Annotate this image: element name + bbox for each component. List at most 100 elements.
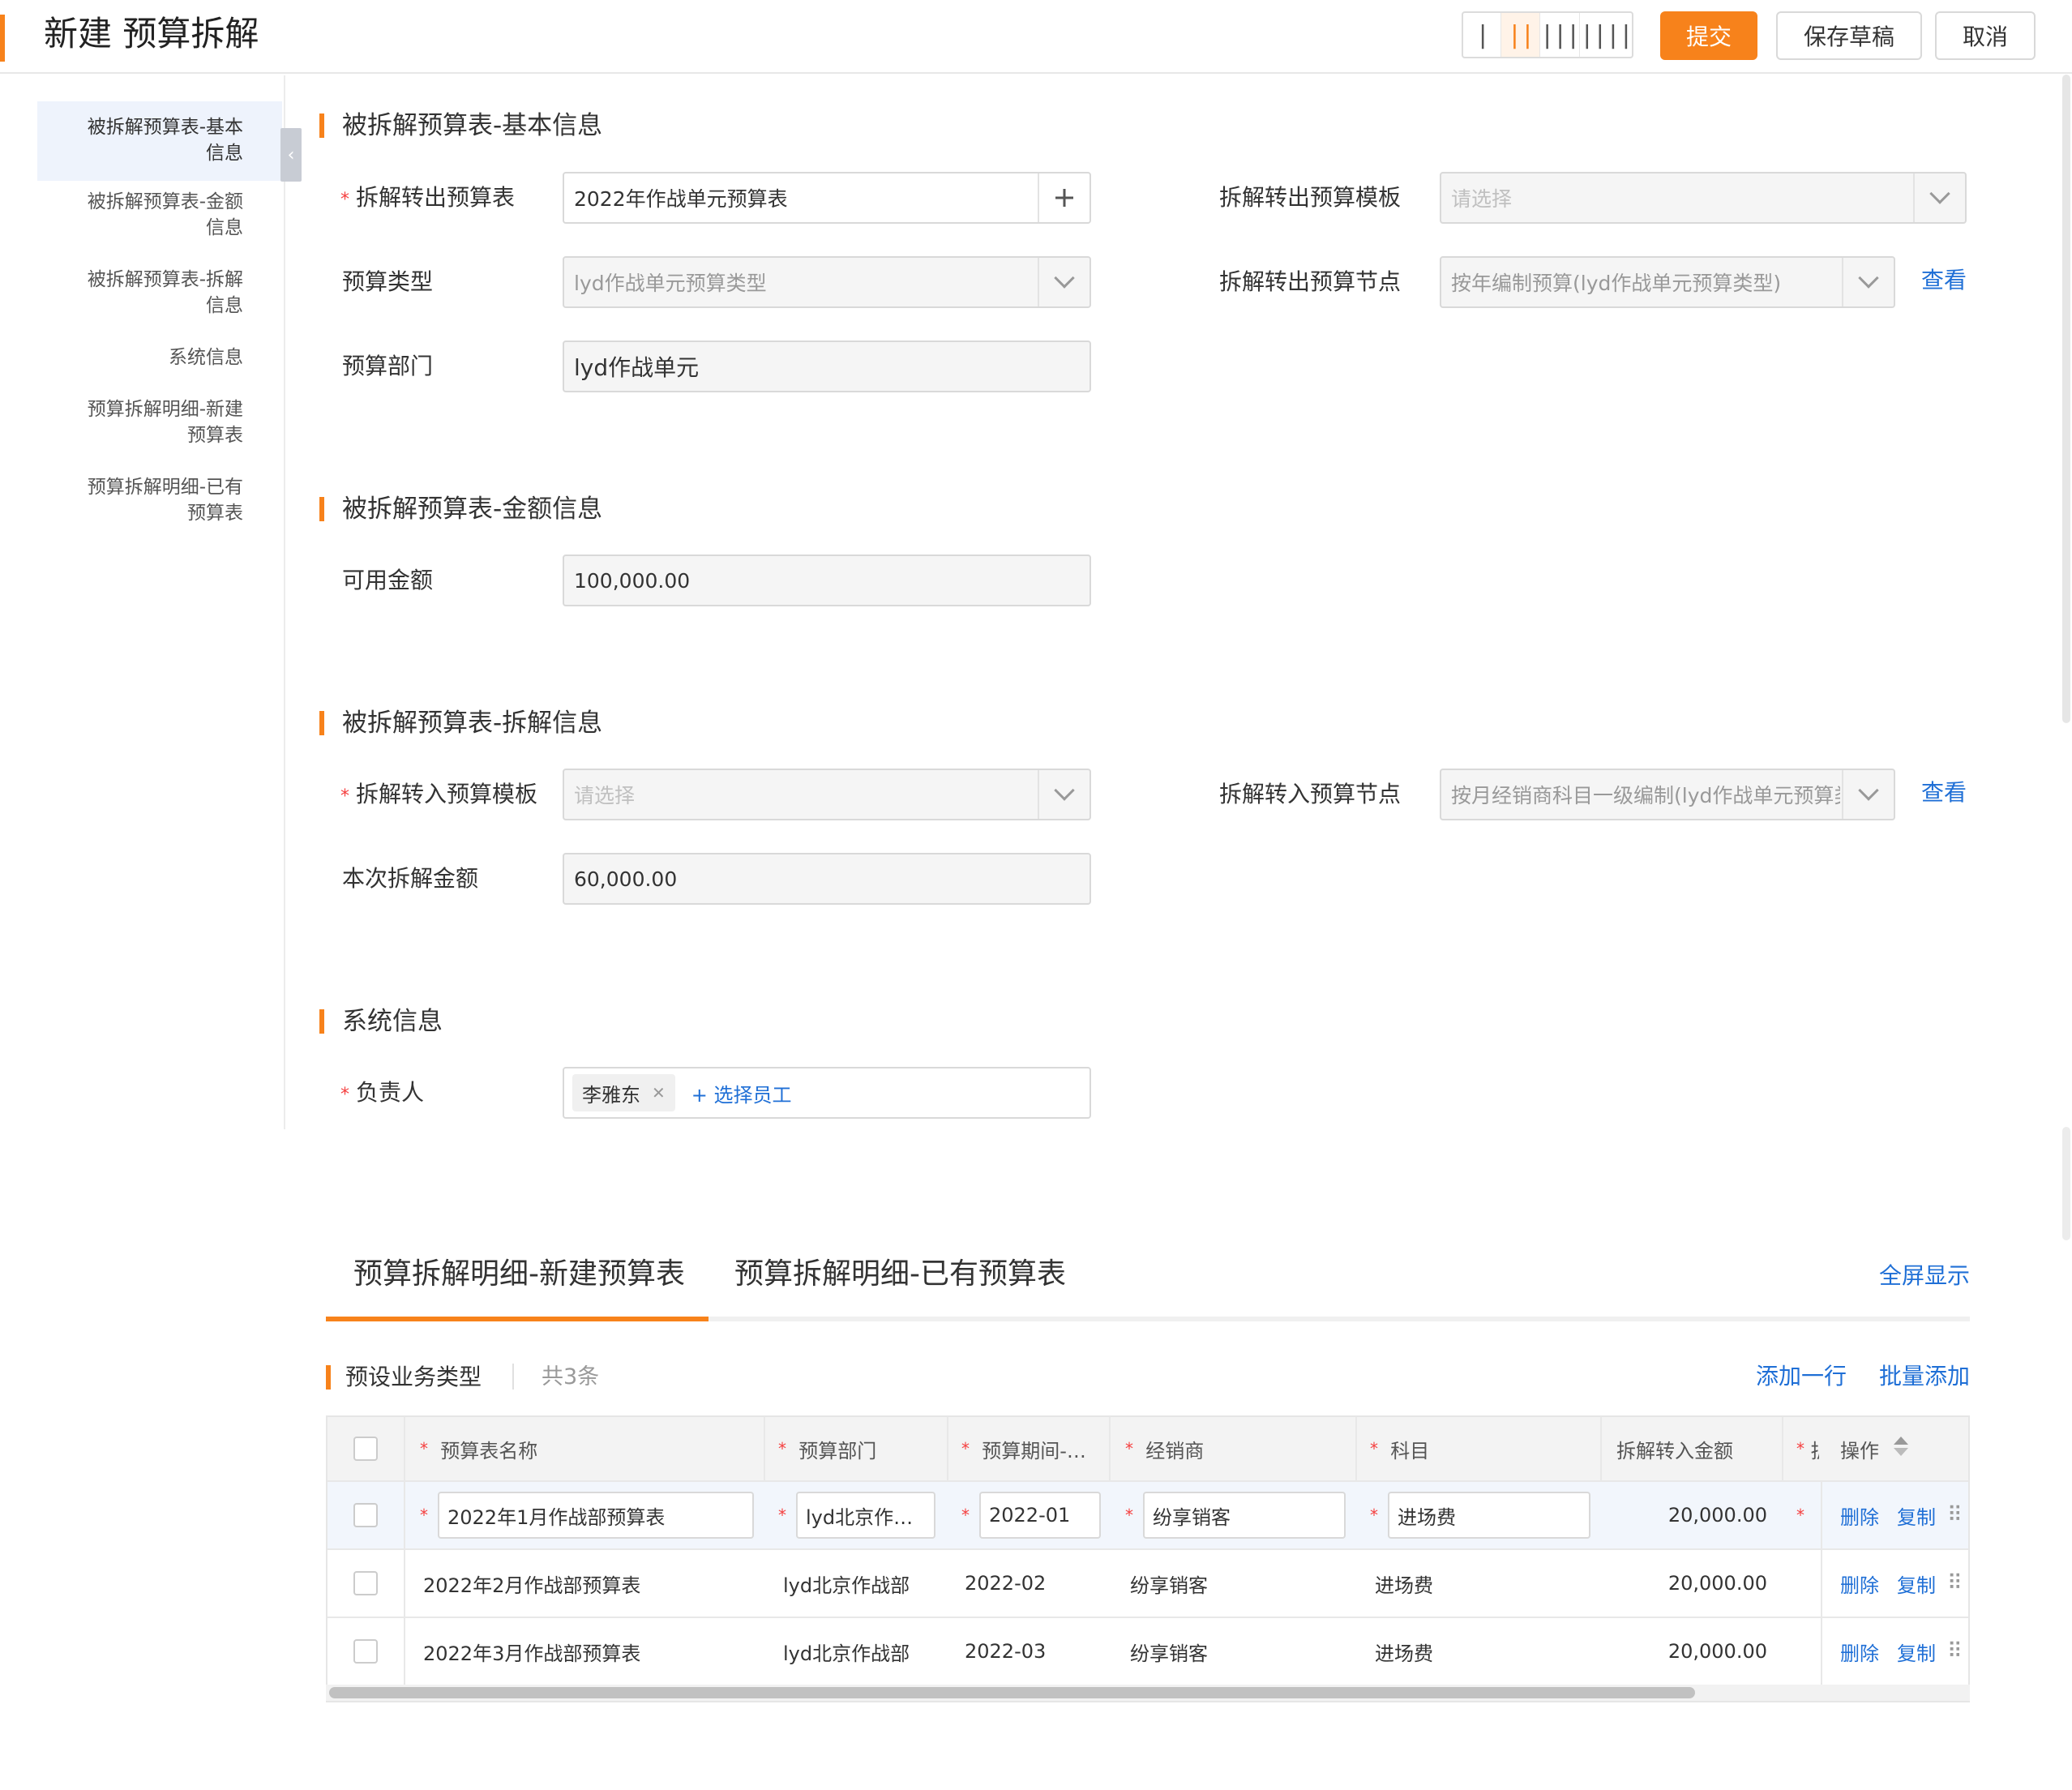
section-title-basic: 被拆解预算表-基本信息 [319, 109, 602, 142]
dept-input[interactable]: lyd北京作… [796, 1492, 935, 1539]
split-amount-label: 本次拆解金额 [342, 865, 479, 892]
page-header: 新建 预算拆解 | || ||| |||| 提交 保存草稿 取消 [0, 0, 2072, 74]
delete-button[interactable]: 删除 [1840, 1550, 1879, 1617]
header-period: * 预算期间-… [961, 1439, 1086, 1462]
name-input[interactable]: 2022年1月作战部预算表 [438, 1492, 754, 1539]
out-table-label: * 拆解转出预算表 [340, 184, 516, 211]
table-row[interactable]: 2022年2月作战部预算表 lyd北京作战部 2022-02 纷享销客 进场费 … [327, 1550, 1968, 1618]
row-checkbox[interactable] [353, 1571, 378, 1595]
period-input[interactable]: 2022-01 [979, 1492, 1101, 1539]
column-2-icon[interactable]: || [1501, 13, 1540, 57]
column-layout-switch[interactable]: | || ||| |||| [1462, 11, 1633, 58]
view-out-node-link[interactable]: 查看 [1921, 264, 1967, 297]
period-cell[interactable]: 2022-02 [965, 1550, 1046, 1617]
row-checkbox[interactable] [353, 1503, 378, 1527]
page-vertical-scrollbar-lower[interactable] [2062, 1127, 2070, 1240]
table-row[interactable]: 2022年3月作战部预算表 lyd北京作战部 2022-03 纷享销客 进场费 … [327, 1618, 1968, 1686]
row-checkbox[interactable] [353, 1639, 378, 1664]
chevron-down-icon[interactable] [1913, 173, 1965, 222]
subject-input[interactable]: 进场费 [1388, 1492, 1590, 1539]
add-row-button[interactable]: 添加一行 [1756, 1360, 1847, 1393]
sidebar-item-amount-info[interactable]: 被拆解预算表-金额 信息 [37, 189, 282, 241]
dealer-input[interactable]: 纷享销客 [1143, 1492, 1346, 1539]
batch-add-button[interactable]: 批量添加 [1879, 1360, 1970, 1393]
out-template-select[interactable]: 请选择 [1440, 172, 1967, 224]
section-title-system: 系统信息 [319, 1005, 443, 1038]
budget-type-select[interactable]: lyd作战单元预算类型 [563, 256, 1091, 308]
dept-cell[interactable]: lyd北京作战部 [783, 1550, 910, 1617]
chevron-down-icon[interactable] [1038, 770, 1090, 819]
section-title-amount: 被拆解预算表-金额信息 [319, 493, 602, 525]
name-cell[interactable]: 2022年2月作战部预算表 [423, 1550, 640, 1617]
save-draft-button[interactable]: 保存草稿 [1776, 11, 1922, 60]
view-in-node-link[interactable]: 查看 [1921, 777, 1967, 809]
owner-label: * 负责人 [340, 1079, 425, 1106]
in-template-select[interactable]: 请选择 [563, 769, 1091, 820]
header-ops: 操作 [1840, 1417, 1908, 1480]
amount-cell[interactable]: 20,000.00 [1616, 1482, 1767, 1548]
sidebar-item-split-info[interactable]: 被拆解预算表-拆解 信息 [37, 267, 282, 319]
row-count: 共3条 [542, 1364, 600, 1390]
section-side-nav: 被拆解预算表-基本 信息 被拆解预算表-金额 信息 被拆解预算表-拆解 信息 系… [0, 75, 285, 1129]
dealer-cell[interactable]: 纷享销客 [1130, 1618, 1208, 1685]
amount-cell[interactable]: 20,000.00 [1616, 1618, 1767, 1685]
out-node-select[interactable]: 按年编制预算(lyd作战单元预算类型) [1440, 256, 1895, 308]
out-template-label: 拆解转出预算模板 [1219, 184, 1402, 211]
budget-dept-field: lyd作战单元 [563, 340, 1091, 392]
collapse-nav-icon[interactable]: ‹ [280, 128, 302, 182]
section-title-split: 被拆解预算表-拆解信息 [319, 707, 602, 739]
copy-button[interactable]: 复制 [1897, 1550, 1936, 1617]
page-title: 新建 预算拆解 [44, 14, 259, 54]
fullscreen-link[interactable]: 全屏显示 [1879, 1260, 1970, 1292]
owner-tag: 李雅东 ✕ [572, 1074, 675, 1111]
table-row[interactable]: * 2022年1月作战部预算表 * lyd北京作… * 2022-01 * 纷享… [327, 1482, 1968, 1550]
drag-handle-icon[interactable]: ⠿ [1947, 1618, 1959, 1685]
table-horizontal-scrollbar[interactable] [326, 1685, 1970, 1701]
plus-icon[interactable] [1038, 173, 1090, 222]
sidebar-item-system-info[interactable]: 系统信息 [37, 345, 282, 370]
select-employee-link[interactable]: + 选择员工 [691, 1079, 792, 1107]
subject-cell[interactable]: 进场费 [1375, 1618, 1433, 1685]
split-amount-field[interactable]: 60,000.00 [563, 853, 1091, 905]
in-template-label: * 拆解转入预算模板 [340, 781, 538, 807]
chevron-down-icon[interactable] [1038, 258, 1090, 306]
submit-button[interactable]: 提交 [1660, 11, 1757, 60]
dept-cell[interactable]: lyd北京作战部 [783, 1618, 910, 1685]
in-node-label: 拆解转入预算节点 [1219, 781, 1402, 807]
subject-cell[interactable]: 进场费 [1375, 1550, 1433, 1617]
column-1-icon[interactable]: | [1463, 13, 1502, 57]
sidebar-item-basic-info[interactable]: 被拆解预算表-基本 信息 [37, 101, 282, 181]
sort-icon[interactable] [1894, 1437, 1908, 1456]
in-node-select[interactable]: 按月经销商科目一级编制(lyd作战单元预算类 [1440, 769, 1895, 820]
copy-button[interactable]: 复制 [1897, 1482, 1936, 1548]
active-tab-indicator [326, 1317, 709, 1321]
out-table-field[interactable]: 2022年作战单元预算表 [563, 172, 1091, 224]
tab-detail-new[interactable]: 预算拆解明细-新建预算表 [353, 1252, 685, 1297]
chevron-down-icon[interactable] [1842, 258, 1894, 306]
sidebar-item-detail-existing[interactable]: 预算拆解明细-已有 预算表 [37, 474, 282, 526]
column-4-icon[interactable]: |||| [1580, 13, 1632, 57]
chevron-down-icon[interactable] [1842, 770, 1894, 819]
delete-button[interactable]: 删除 [1840, 1618, 1879, 1685]
owner-field[interactable]: 李雅东 ✕ + 选择员工 [563, 1067, 1091, 1119]
delete-button[interactable]: 删除 [1840, 1482, 1879, 1548]
available-amount-field: 100,000.00 [563, 555, 1091, 606]
header-dept: * 预算部门 [778, 1439, 877, 1462]
period-cell[interactable]: 2022-03 [965, 1618, 1046, 1685]
column-3-icon[interactable]: ||| [1540, 13, 1581, 57]
amount-cell[interactable]: 20,000.00 [1616, 1550, 1767, 1617]
budget-dept-label: 预算部门 [342, 353, 434, 379]
close-icon[interactable]: ✕ [652, 1083, 666, 1103]
page-vertical-scrollbar[interactable] [2062, 75, 2070, 723]
copy-button[interactable]: 复制 [1897, 1618, 1936, 1685]
sidebar-item-detail-new[interactable]: 预算拆解明细-新建 预算表 [37, 396, 282, 448]
dealer-cell[interactable]: 纷享销客 [1130, 1550, 1208, 1617]
name-cell[interactable]: 2022年3月作战部预算表 [423, 1618, 640, 1685]
tab-detail-existing[interactable]: 预算拆解明细-已有预算表 [734, 1252, 1066, 1297]
select-all-checkbox[interactable] [353, 1437, 378, 1461]
drag-handle-icon[interactable]: ⠿ [1947, 1482, 1959, 1548]
drag-handle-icon[interactable]: ⠿ [1947, 1550, 1959, 1617]
scrollbar-thumb[interactable] [329, 1687, 1695, 1698]
cancel-button[interactable]: 取消 [1935, 11, 2036, 60]
budget-type-label: 预算类型 [342, 268, 434, 295]
